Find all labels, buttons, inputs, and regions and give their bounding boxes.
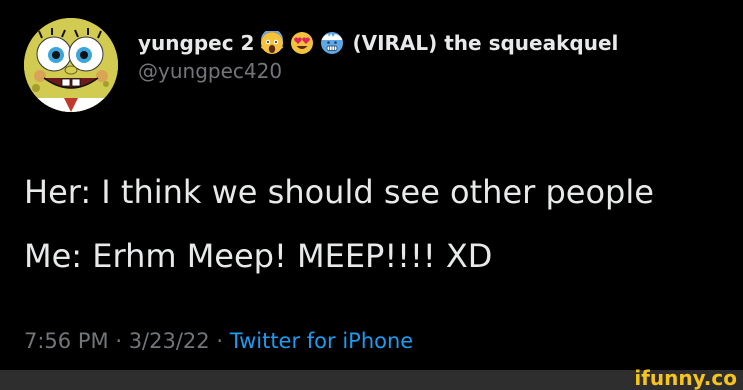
author-handle[interactable]: @yungpec420 — [138, 58, 618, 84]
tweet-text-line: Her: I think we should see other people — [24, 173, 654, 211]
author-display-name[interactable]: yungpec 2 — [138, 30, 254, 56]
tweet-text: Her: I think we should see other people … — [24, 160, 654, 288]
author-name-row[interactable]: yungpec 2 (VIRAL) the squeakquel — [138, 30, 618, 56]
meta-separator: · — [216, 329, 224, 353]
avatar[interactable] — [24, 18, 118, 112]
heart-eyes-emoji-icon — [290, 31, 314, 55]
ifunny-watermark: ifunny.co — [634, 366, 737, 390]
spongebob-avatar-icon — [24, 18, 118, 112]
tweet-text-line: Me: Erhm Meep! MEEP!!!! XD — [24, 237, 493, 275]
tweet-source-link[interactable]: Twitter for iPhone — [230, 329, 414, 353]
scream-emoji-icon — [260, 31, 284, 55]
tweet-time[interactable]: 7:56 PM — [24, 329, 109, 353]
tweet-card: yungpec 2 (VIRAL) the squeakquel @yungpe… — [0, 0, 743, 370]
tweet-date[interactable]: 3/23/22 — [129, 329, 210, 353]
meta-separator: · — [115, 329, 122, 353]
watermark-bar: ifunny.co — [0, 366, 743, 390]
author-display-name-suffix[interactable]: (VIRAL) the squeakquel — [352, 30, 618, 56]
tweet-meta: 7:56 PM · 3/23/22 · Twitter for iPhone — [24, 326, 413, 356]
tweet-header: yungpec 2 (VIRAL) the squeakquel @yungpe… — [138, 30, 618, 84]
cold-face-emoji-icon — [320, 31, 344, 55]
